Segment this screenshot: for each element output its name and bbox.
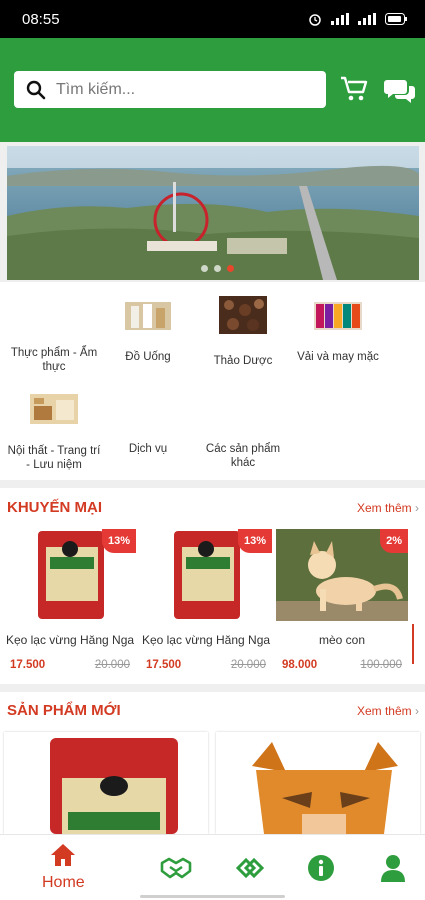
see-more-label: Xem thêm bbox=[356, 704, 412, 718]
home-icon bbox=[51, 844, 76, 866]
slider-dot[interactable] bbox=[201, 265, 208, 272]
category-drinks[interactable]: Đồ Uống bbox=[100, 302, 196, 364]
category-label: Vải và may mặc bbox=[297, 351, 379, 363]
product-card[interactable]: 2% mèo con 98.000 100.000 bbox=[276, 529, 408, 671]
signal-icon bbox=[331, 13, 349, 25]
new-products-see-more[interactable]: Xem thêm › bbox=[357, 704, 419, 718]
fabric-thumb bbox=[314, 302, 362, 330]
status-icons bbox=[308, 12, 407, 26]
category-grid: Thực phẩm - Ẩm thực Đồ Uống Thảo Dược Vả… bbox=[0, 282, 425, 480]
category-food[interactable]: Thực phẩm - Ẩm thực bbox=[6, 346, 102, 374]
slider-dots bbox=[201, 265, 234, 272]
bottom-nav: Home bbox=[0, 834, 425, 900]
signal-icon-2 bbox=[358, 13, 376, 25]
gesture-bar bbox=[140, 895, 285, 898]
category-label: Thảo Dược bbox=[213, 355, 273, 367]
search-bar[interactable] bbox=[14, 71, 326, 108]
app-header bbox=[0, 38, 425, 142]
discount-badge: 2% bbox=[380, 529, 408, 553]
chat-icon[interactable] bbox=[384, 78, 416, 104]
nav-home[interactable]: Home bbox=[42, 843, 85, 892]
status-bar: 08:55 bbox=[0, 0, 425, 38]
category-others[interactable]: Các sản phẩm khác bbox=[195, 442, 291, 470]
promo-section: KHUYẾN MẠI Xem thêm › 13% Kẹo lạc vừng H… bbox=[0, 488, 425, 684]
slider-dot[interactable] bbox=[214, 265, 221, 272]
category-label: Dịch vụ bbox=[128, 443, 168, 455]
cart-icon[interactable] bbox=[340, 76, 368, 102]
category-label: Các sản phẩm khác bbox=[205, 443, 281, 469]
alarm-icon bbox=[309, 14, 321, 26]
next-card-edge bbox=[412, 624, 418, 664]
new-product-card[interactable] bbox=[4, 732, 208, 834]
product-price: 98.000 bbox=[282, 659, 318, 671]
product-old-price: 20.000 bbox=[230, 659, 266, 671]
banner-slider[interactable] bbox=[7, 146, 419, 280]
product-card[interactable]: 13% Kẹo lạc vừng Hăng Nga 17.500 20.000 bbox=[4, 529, 136, 671]
slider-dot-active[interactable] bbox=[227, 265, 234, 272]
nav-home-label: Home bbox=[42, 874, 85, 891]
banner-image bbox=[7, 146, 419, 280]
category-furniture[interactable]: Nội thất - Trang trí - Lưu niệm bbox=[6, 394, 102, 472]
category-label: Đồ Uống bbox=[125, 351, 171, 363]
partner-icon bbox=[235, 857, 265, 879]
chevron-right-icon: › bbox=[415, 501, 419, 515]
nav-account[interactable] bbox=[381, 854, 405, 887]
nav-info[interactable] bbox=[307, 854, 335, 887]
product-name: mèo con bbox=[318, 633, 366, 647]
category-services[interactable]: Dịch vụ bbox=[100, 442, 196, 456]
new-products-title: SẢN PHẨM MỚI bbox=[7, 702, 121, 719]
category-fabric[interactable]: Vải và may mặc bbox=[290, 302, 386, 364]
product-price: 17.500 bbox=[146, 659, 182, 671]
product-image: 2% bbox=[276, 529, 408, 621]
status-time: 08:55 bbox=[22, 10, 60, 28]
search-icon bbox=[26, 80, 46, 99]
nav-partner[interactable] bbox=[234, 855, 266, 886]
nav-handshake[interactable] bbox=[160, 855, 192, 886]
category-label: Thực phẩm - Ẩm thực bbox=[10, 347, 98, 373]
product-old-price: 20.000 bbox=[94, 659, 130, 671]
furniture-thumb bbox=[30, 394, 78, 424]
product-old-price: 100.000 bbox=[360, 659, 402, 671]
promo-see-more[interactable]: Xem thêm › bbox=[357, 501, 419, 515]
product-image: 13% bbox=[4, 529, 136, 621]
new-products-section: SẢN PHẨM MỚI Xem thêm › bbox=[0, 692, 425, 834]
category-herbs[interactable]: Thảo Dược bbox=[195, 296, 291, 368]
search-input[interactable] bbox=[56, 80, 296, 99]
new-product-card[interactable] bbox=[216, 732, 420, 834]
battery-icon bbox=[385, 13, 407, 25]
see-more-label: Xem thêm bbox=[356, 501, 412, 515]
discount-badge: 13% bbox=[237, 529, 272, 553]
product-price: 17.500 bbox=[10, 659, 46, 671]
info-icon bbox=[308, 855, 334, 881]
fox-image bbox=[252, 742, 398, 834]
product-name: Kẹo lạc vừng Hăng Nga bbox=[5, 633, 135, 647]
product-card[interactable]: 13% Kẹo lạc vừng Hăng Nga 17.500 20.000 bbox=[140, 529, 272, 671]
discount-badge: 13% bbox=[101, 529, 136, 553]
user-icon bbox=[381, 855, 405, 882]
product-image: 13% bbox=[140, 529, 272, 621]
promo-title: KHUYẾN MẠI bbox=[7, 499, 103, 516]
chevron-right-icon: › bbox=[415, 704, 419, 718]
herbs-thumb bbox=[219, 296, 267, 334]
drinks-thumb bbox=[125, 302, 171, 330]
category-label: Nội thất - Trang trí - Lưu niệm bbox=[7, 445, 101, 471]
candy-package-image bbox=[50, 738, 178, 834]
product-name: Kẹo lạc vừng Hăng Nga bbox=[141, 633, 271, 647]
handshake-icon bbox=[160, 857, 192, 879]
